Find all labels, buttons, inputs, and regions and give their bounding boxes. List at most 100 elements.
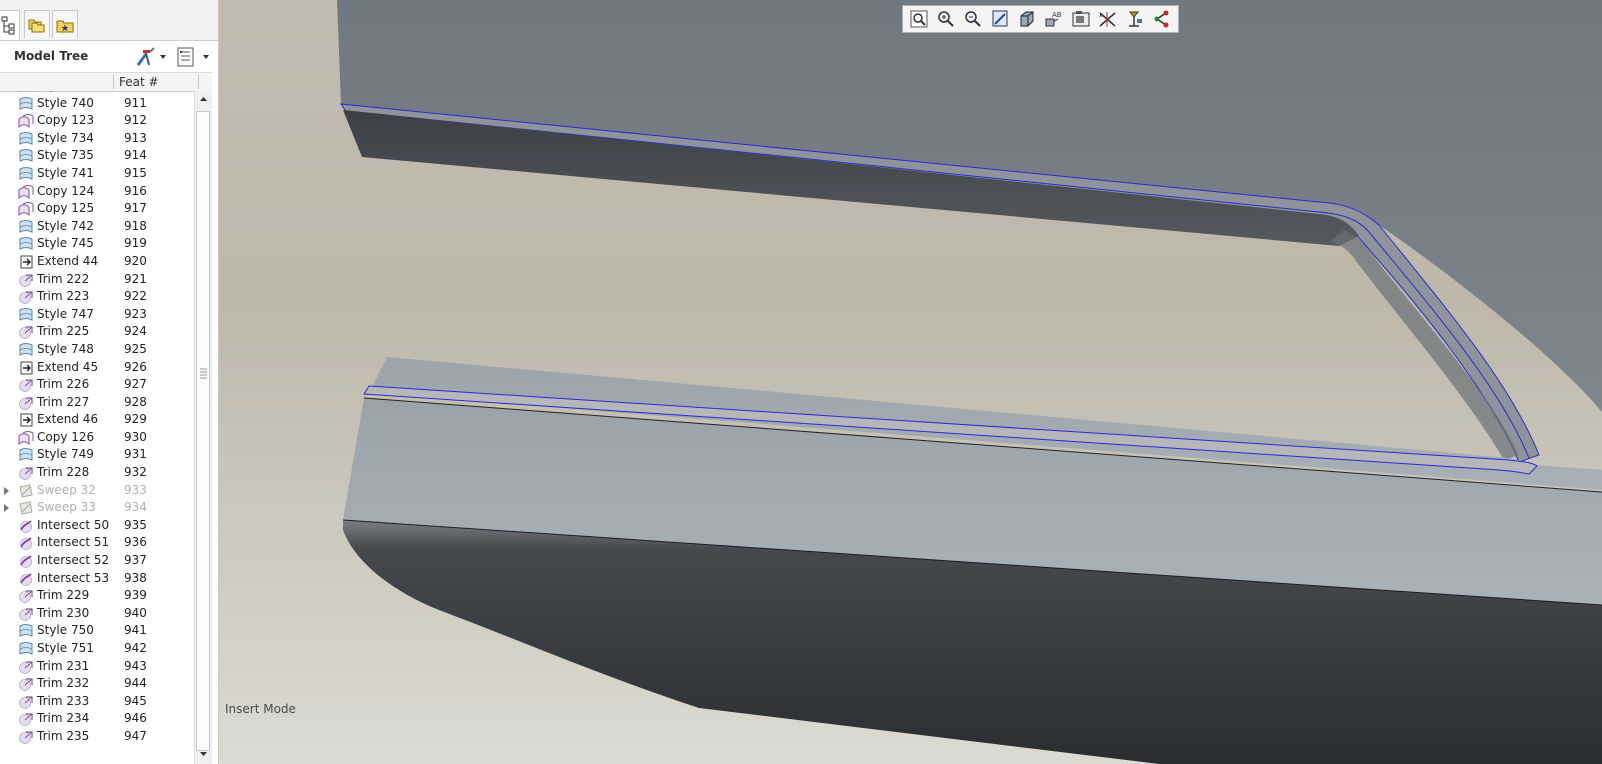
style-feature-icon [18,166,34,182]
zoom-out-icon [965,11,981,27]
folder-browser-icon [28,19,45,33]
tree-row[interactable]: Style 748 925 [0,341,194,359]
tree-row[interactable]: Trim 229 939 [0,587,194,605]
graphics-toolbar: AB x [902,5,1179,33]
tree-row[interactable]: Intersect 50 935 [0,517,194,535]
repaint-button[interactable] [989,9,1011,29]
annotation-display-icon [1128,11,1142,27]
tree-row[interactable]: Copy 123 912 [0,112,194,130]
tree-row[interactable]: Copy 125 917 [0,200,194,218]
trim-feature-icon [18,729,34,745]
scroll-down-arrow-icon[interactable] [197,747,210,760]
feature-number: 917 [124,201,147,216]
tree-row[interactable]: Extend 45 926 [0,359,194,377]
column-separator[interactable] [113,75,114,89]
expand-arrow-icon[interactable] [4,504,9,513]
folder-browser-tab[interactable] [24,10,50,38]
tree-row[interactable]: Style 741 915 [0,165,194,183]
scroll-up-arrow-icon[interactable] [197,93,210,106]
feature-name: Trim 230 [37,605,90,620]
saved-orientations-button[interactable]: AB [1043,9,1065,29]
tree-row[interactable]: Trim 232 944 [0,675,194,693]
tree-row[interactable]: Style 751 942 [0,640,194,658]
trim-feature-icon [18,711,34,727]
feature-name: Extend 45 [37,359,99,374]
graphics-window[interactable]: AB x Insert Mode [219,0,1602,764]
tree-row[interactable]: Sweep 33 934 [0,499,194,517]
feat-number-column-header[interactable]: Feat # [119,75,159,89]
feature-number: 942 [124,641,147,655]
tree-row[interactable]: Trim 230 940 [0,605,194,623]
zoom-out-button[interactable] [962,9,984,29]
model-tree-icon [1,16,15,35]
tree-row[interactable]: Trim 234 946 [0,710,194,728]
intersect-feature-icon [18,553,34,569]
scrollbar-thumb[interactable] [196,111,210,751]
tree-row[interactable]: Style 734 913 [0,130,194,148]
refit-button[interactable] [908,9,930,29]
datum-display-button[interactable]: x [1097,9,1119,29]
style-feature-icon [18,91,34,94]
column-separator[interactable] [198,75,199,89]
feature-number: 940 [124,605,147,620]
feature-name: Extend 46 [37,412,99,427]
intersect-feature-icon [18,518,34,534]
spin-center-button[interactable] [1151,9,1173,29]
tree-row[interactable]: Trim 223 922 [0,288,194,306]
feature-name: Extend 44 [37,253,99,268]
tree-row[interactable]: Trim 226 927 [0,376,194,394]
feature-number: 933 [124,482,147,497]
sweep-feature-icon [18,500,34,516]
tree-row[interactable]: Style 740 911 [0,95,194,113]
feature-number: 932 [124,465,147,480]
feature-number: 935 [124,517,147,532]
feature-number: 919 [124,236,147,251]
tree-row[interactable]: Style 742 918 [0,218,194,236]
feature-name: Copy 126 [37,429,95,444]
tree-column-header: Feat # [0,72,212,92]
feature-name: Trim 226 [37,377,90,392]
tree-row[interactable]: Trim 235 947 [0,728,194,746]
tree-row[interactable]: Trim 227 928 [0,394,194,412]
tree-row[interactable]: Trim 225 924 [0,323,194,341]
feature-name: Style 747 [37,306,94,321]
tree-row[interactable]: Trim 231 943 [0,658,194,676]
tree-scrollbar[interactable] [194,91,212,764]
zoom-in-button[interactable] [935,9,957,29]
tree-row[interactable]: Intersect 52 937 [0,552,194,570]
tree-row[interactable]: Intersect 53 938 [0,570,194,588]
favorites-tab[interactable] [52,10,78,38]
feature-name: Trim 227 [37,394,90,409]
tree-row[interactable]: Copy 124 916 [0,183,194,201]
tree-row[interactable]: Trim 233 945 [0,693,194,711]
feature-name: Style 748 [37,341,94,356]
expand-arrow-icon[interactable] [4,486,9,495]
model-tree-tab[interactable] [0,10,20,40]
tree-row[interactable]: Style 745 919 [0,235,194,253]
tree-row[interactable]: Extend 44 920 [0,253,194,271]
tree-row[interactable]: Copy 126 930 [0,429,194,447]
display-style-button[interactable] [1016,9,1038,29]
trim-feature-icon [18,606,34,622]
trim-feature-icon [18,395,34,411]
trim-feature-icon [18,465,34,481]
view-manager-button[interactable] [1070,9,1092,29]
model-tree-title: Model Tree [14,49,89,63]
annotation-display-button[interactable] [1124,9,1146,29]
feature-name: Copy 124 [37,183,95,198]
tree-row[interactable]: Trim 222 921 [0,271,194,289]
tree-row[interactable]: Trim 228 932 [0,464,194,482]
tree-row[interactable]: Style 750 941 [0,622,194,640]
tree-row[interactable]: Style 735 914 [0,147,194,165]
tree-row[interactable]: Sweep 32 933 [0,482,194,500]
tree-show-button[interactable] [176,46,212,68]
tree-settings-button[interactable] [134,46,168,68]
tree-row[interactable]: Intersect 51 936 [0,534,194,552]
feature-number: 947 [124,728,147,743]
tree-row[interactable]: Style 747 923 [0,306,194,324]
extend-feature-icon [18,412,34,428]
model-geometry[interactable] [219,0,1602,764]
style-feature-icon [18,219,34,235]
tree-row[interactable]: Style 749 931 [0,446,194,464]
tree-row[interactable]: Extend 46 929 [0,411,194,429]
